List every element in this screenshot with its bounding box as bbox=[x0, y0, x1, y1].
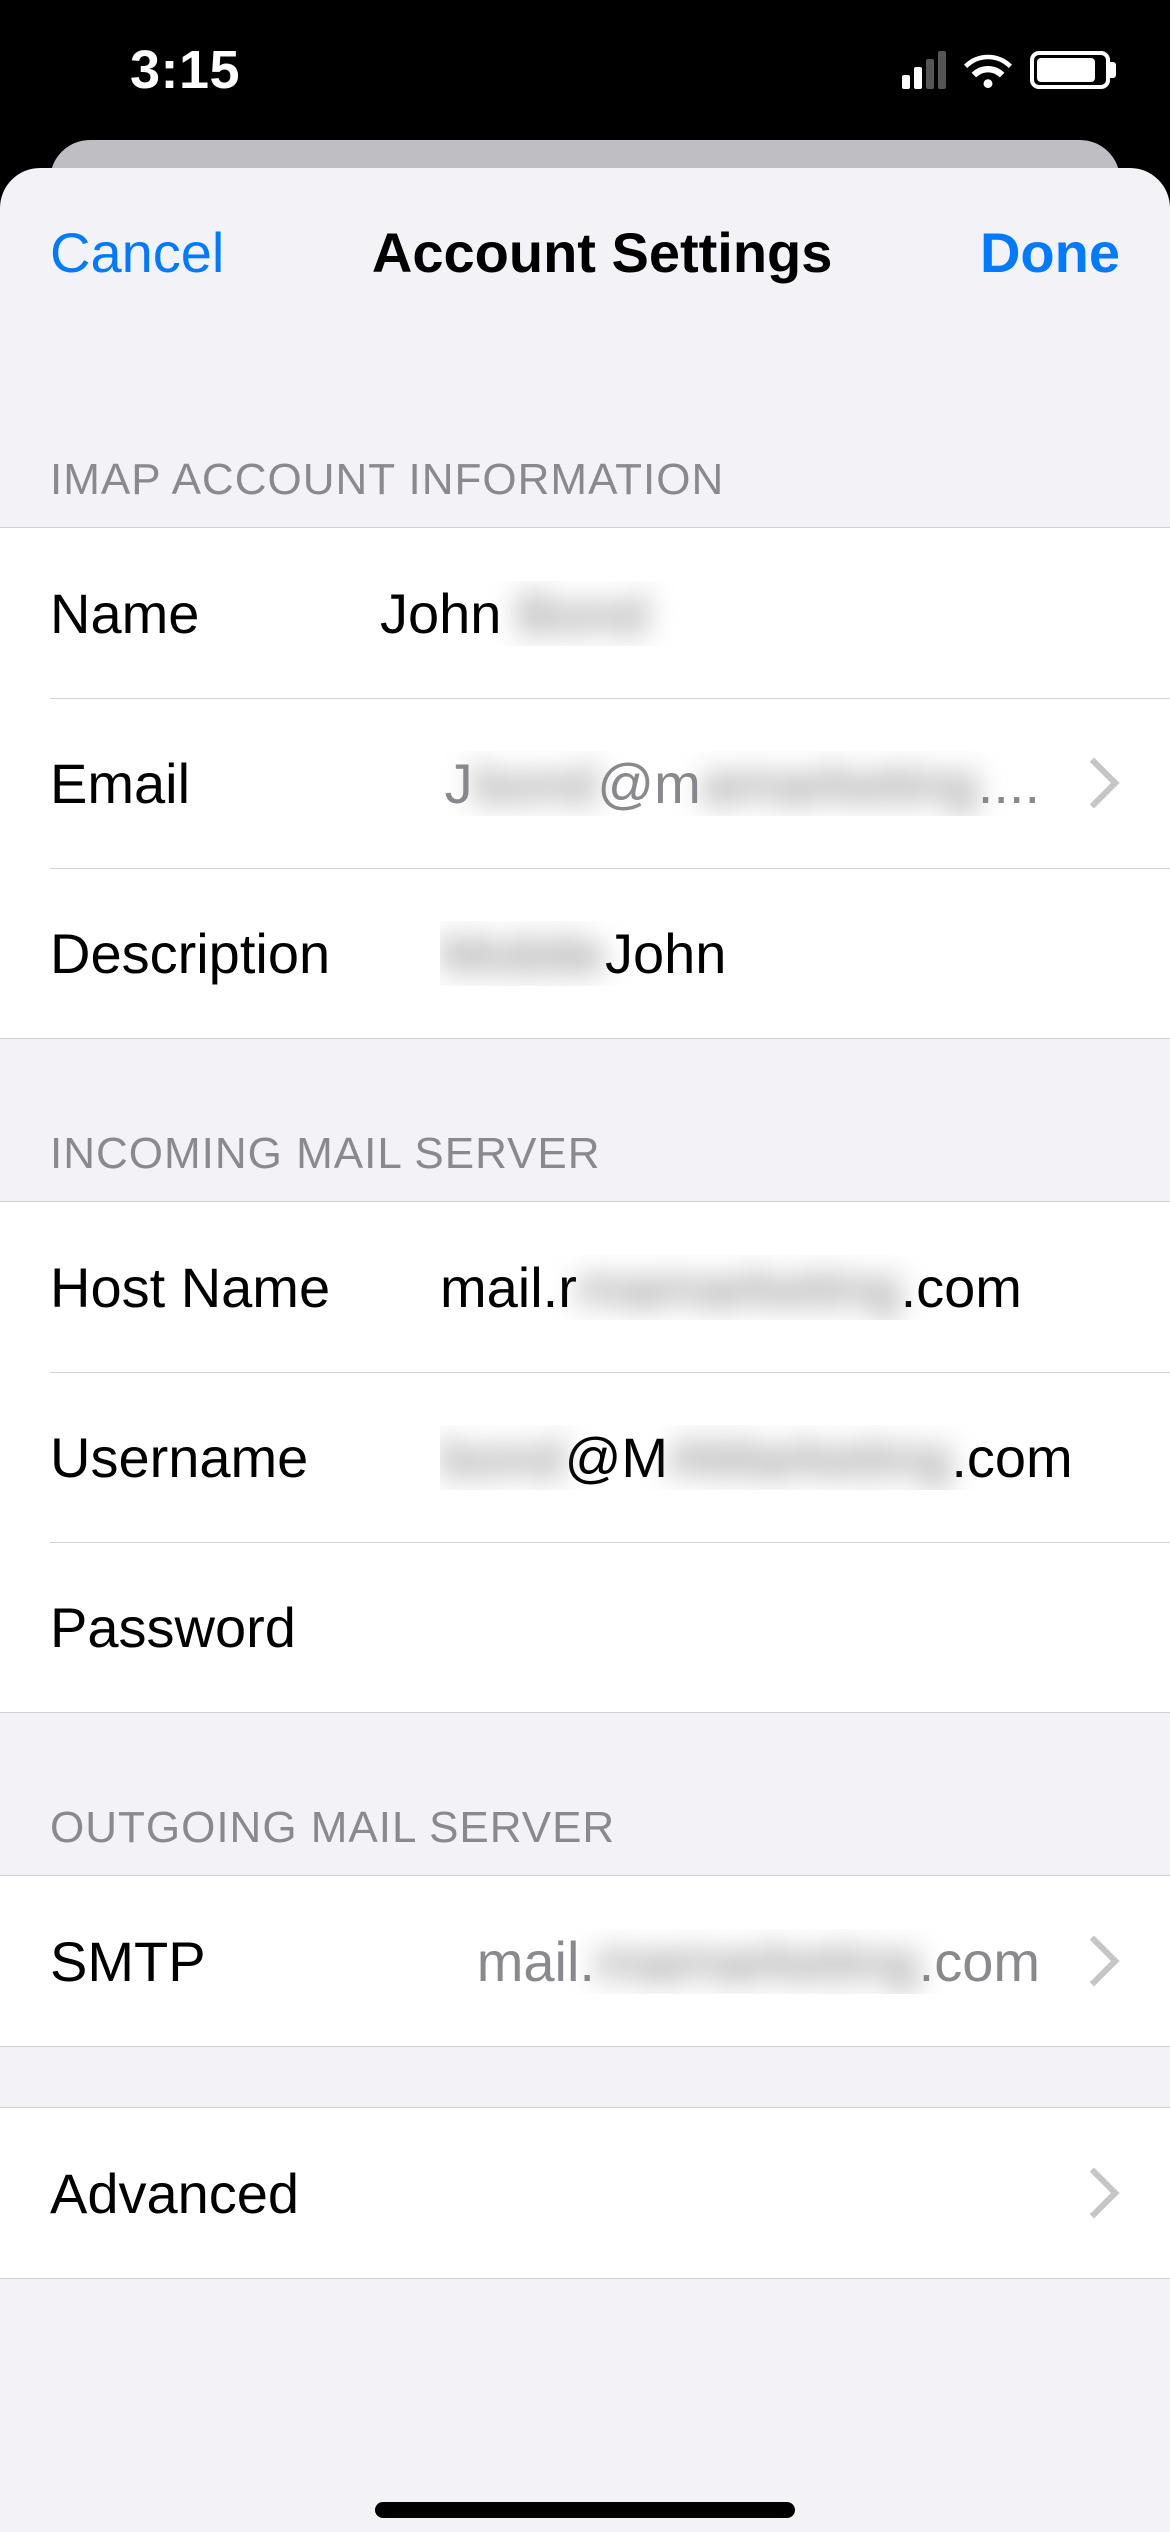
row-advanced[interactable]: Advanced bbox=[0, 2108, 1170, 2278]
username-value[interactable]: bond@MAMarketing.com bbox=[440, 1425, 1120, 1490]
smtp-label: SMTP bbox=[50, 1929, 380, 1994]
home-indicator[interactable] bbox=[375, 2502, 795, 2518]
description-label: Description bbox=[50, 921, 440, 986]
navigation-bar: Cancel Account Settings Done bbox=[0, 168, 1170, 325]
battery-icon bbox=[1030, 51, 1110, 89]
cellular-signal-icon bbox=[902, 51, 946, 89]
cancel-button[interactable]: Cancel bbox=[50, 220, 224, 285]
username-label: Username bbox=[50, 1425, 440, 1490]
page-title: Account Settings bbox=[372, 220, 832, 285]
email-label: Email bbox=[50, 751, 380, 816]
section-header-imap: IMAP ACCOUNT INFORMATION bbox=[0, 325, 1170, 527]
wifi-icon bbox=[964, 51, 1012, 89]
row-smtp[interactable]: SMTP mail.mamarketing.com bbox=[0, 1876, 1170, 2046]
status-icons bbox=[902, 51, 1110, 89]
description-value[interactable]: MobileJohn bbox=[440, 921, 1120, 986]
row-name[interactable]: Name John Bond bbox=[0, 528, 1170, 698]
done-button[interactable]: Done bbox=[980, 220, 1120, 285]
status-bar: 3:15 bbox=[0, 0, 1170, 140]
chevron-right-icon bbox=[1069, 2168, 1120, 2219]
row-username[interactable]: Username bond@MAMarketing.com bbox=[0, 1372, 1170, 1542]
incoming-group: Host Name mail.rmamarketing.com Username… bbox=[0, 1201, 1170, 1713]
smtp-value: mail.mamarketing.com bbox=[380, 1929, 1058, 1994]
settings-sheet: Cancel Account Settings Done IMAP ACCOUN… bbox=[0, 168, 1170, 2532]
row-description[interactable]: Description MobileJohn bbox=[0, 868, 1170, 1038]
name-label: Name bbox=[50, 581, 380, 646]
row-password[interactable]: Password bbox=[0, 1542, 1170, 1712]
section-header-incoming: INCOMING MAIL SERVER bbox=[0, 1039, 1170, 1201]
name-value[interactable]: John Bond bbox=[380, 581, 1120, 646]
advanced-group: Advanced bbox=[0, 2107, 1170, 2279]
email-value: Jbond@mamarketing.... bbox=[380, 751, 1058, 816]
imap-group: Name John Bond Email Jbond@mamarketing..… bbox=[0, 527, 1170, 1039]
hostname-label: Host Name bbox=[50, 1255, 440, 1320]
section-header-outgoing: OUTGOING MAIL SERVER bbox=[0, 1713, 1170, 1875]
advanced-label: Advanced bbox=[50, 2161, 1058, 2226]
chevron-right-icon bbox=[1069, 1936, 1120, 1987]
chevron-right-icon bbox=[1069, 758, 1120, 809]
row-email[interactable]: Email Jbond@mamarketing.... bbox=[0, 698, 1170, 868]
status-time: 3:15 bbox=[130, 39, 240, 101]
outgoing-group: SMTP mail.mamarketing.com bbox=[0, 1875, 1170, 2047]
password-label: Password bbox=[50, 1595, 440, 1660]
row-hostname[interactable]: Host Name mail.rmamarketing.com bbox=[0, 1202, 1170, 1372]
hostname-value[interactable]: mail.rmamarketing.com bbox=[440, 1255, 1120, 1320]
